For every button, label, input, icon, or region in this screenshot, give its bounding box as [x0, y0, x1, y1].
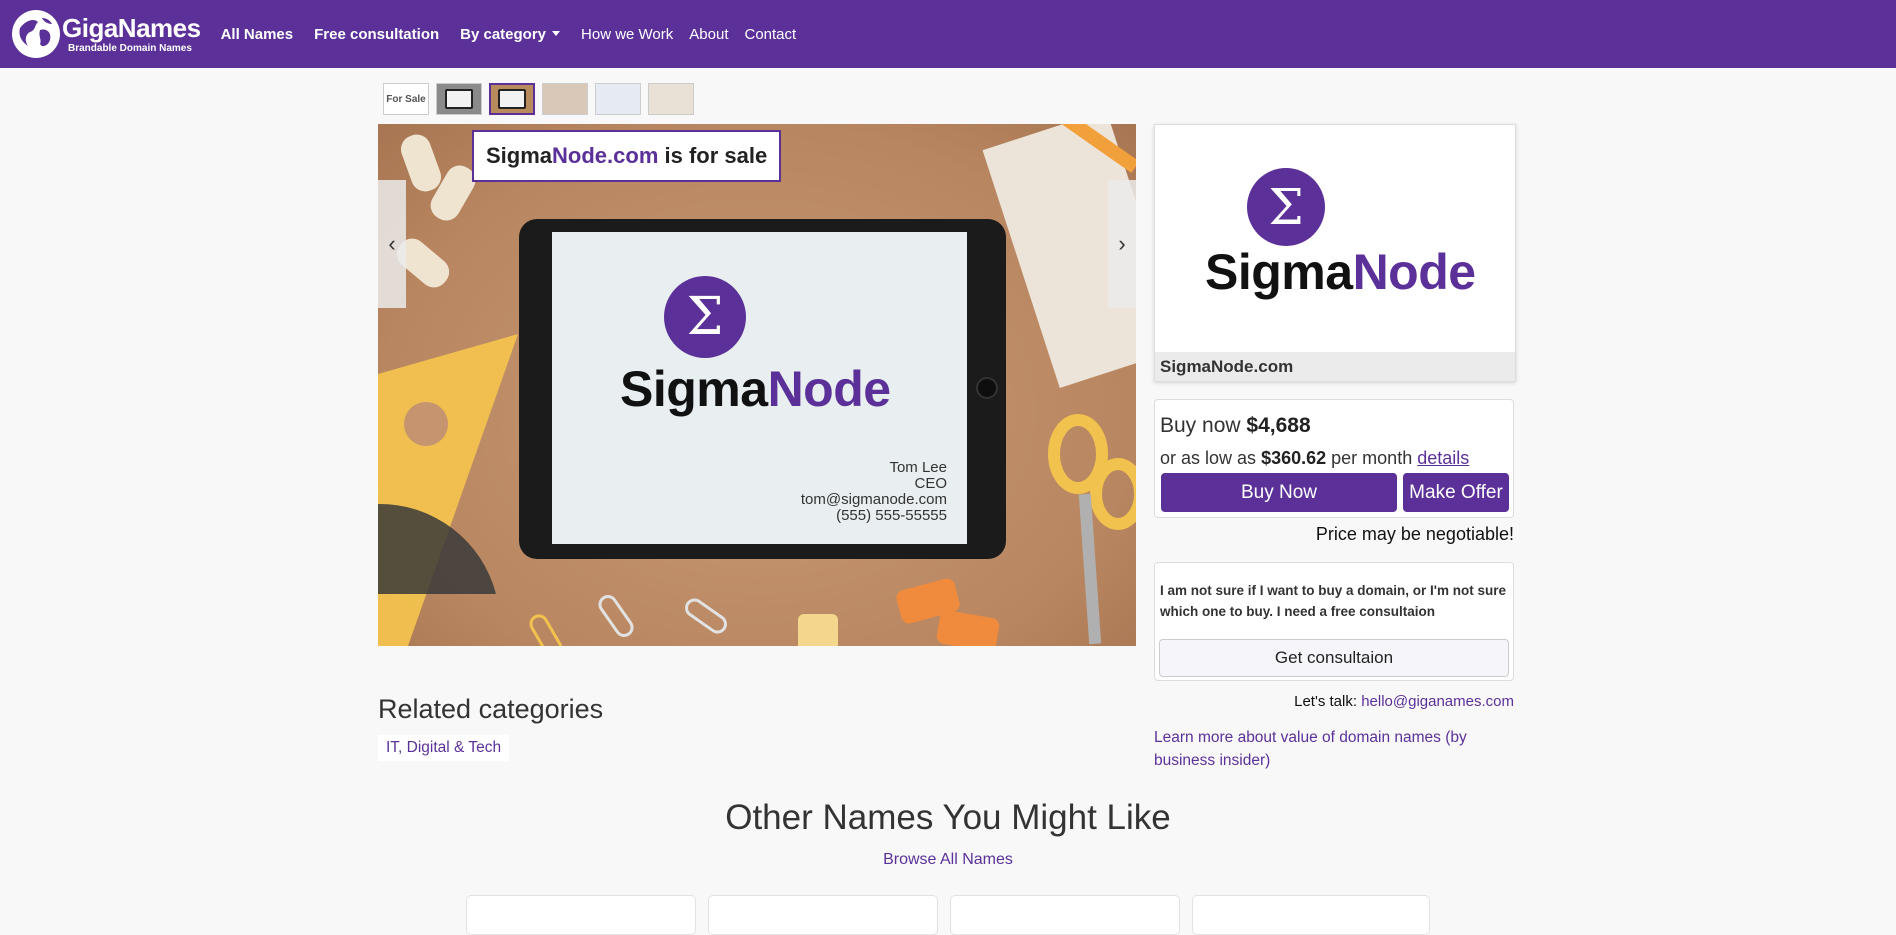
logo-name-part-a: Sigma — [1205, 244, 1353, 300]
chevron-right-icon: › — [1118, 231, 1126, 256]
chevron-left-icon: ‹ — [388, 231, 396, 256]
for-sale-banner: Sigma Node.com is for sale — [472, 130, 782, 182]
thumbnail-4[interactable] — [542, 83, 588, 115]
monthly-price: $360.62 — [1261, 448, 1327, 468]
globe-icon — [12, 10, 60, 58]
related-categories-title: Related categories — [378, 694, 604, 724]
negotiable-note: Price may be negotiable! — [1315, 524, 1514, 544]
price-box: Buy now $4,688 or as low as $360.62 per … — [1154, 399, 1514, 518]
sigma-logo-icon: Σ — [664, 276, 746, 358]
card-title: CEO — [914, 475, 947, 492]
brand-logo[interactable]: GigaNames Brandable Domain Names — [12, 10, 201, 58]
nav-by-category-label: By category — [460, 25, 547, 43]
logo-name-part-b: Node — [1352, 244, 1477, 300]
screen-logo-part-b: Node — [767, 361, 892, 417]
nav-about[interactable]: About — [689, 26, 728, 43]
thumbnail-for-sale[interactable]: For Sale — [383, 83, 429, 115]
caret-down-icon — [552, 30, 561, 36]
carousel-prev-button[interactable]: ‹ — [378, 180, 406, 308]
nav-free-consultation[interactable]: Free consultation — [314, 26, 439, 43]
talk-label: Let's talk: — [1294, 693, 1358, 710]
thumbnail-tablet-icon — [445, 89, 473, 109]
suggested-name-card[interactable] — [708, 895, 938, 935]
suggested-name-card[interactable] — [950, 895, 1180, 935]
lets-talk-line: Let's talk: hello@giganames.com — [1154, 693, 1514, 710]
tablet-mockup: Σ SigmaNode Tom Lee CEO tom@sigmanode.co… — [519, 219, 1006, 559]
suggested-name-card[interactable] — [466, 895, 696, 935]
suggested-name-card[interactable] — [1192, 895, 1430, 935]
thumbnail-5[interactable] — [595, 83, 641, 115]
price-value: $4,688 — [1246, 414, 1311, 437]
brand-name: GigaNames — [62, 12, 201, 43]
contact-email-link[interactable]: hello@giganames.com — [1361, 693, 1514, 710]
card-phone: (555) 555-55555 — [836, 507, 947, 524]
nav-how-we-work[interactable]: How we Work — [581, 26, 673, 43]
tablet-home-button — [976, 377, 998, 399]
buy-now-text: Buy now — [1160, 414, 1241, 437]
hero-carousel: Σ SigmaNode Tom Lee CEO tom@sigmanode.co… — [378, 124, 1136, 646]
buy-now-button[interactable]: Buy Now — [1161, 473, 1397, 512]
brand-tagline: Brandable Domain Names — [68, 42, 192, 54]
image-thumbnails: For Sale — [383, 83, 701, 115]
thumbnail-2[interactable] — [436, 83, 482, 115]
browse-all-names-link[interactable]: Browse All Names — [0, 851, 1896, 869]
other-names-title: Other Names You Might Like — [725, 798, 1171, 837]
consultation-text: I am not sure if I want to buy a domain,… — [1160, 583, 1506, 619]
screen-logo-text: SigmaNode — [620, 360, 891, 418]
details-link[interactable]: details — [1417, 448, 1469, 468]
nav-all-names[interactable]: All Names — [221, 26, 294, 43]
sigma-logo-icon: Σ — [1247, 168, 1325, 246]
banner-suffix: is for sale — [664, 143, 768, 168]
business-card-info: Tom Lee CEO tom@sigmanode.com (555) 555-… — [801, 460, 947, 524]
thumbnail-6[interactable] — [648, 83, 694, 115]
buy-now-price-line: Buy now $4,688 — [1160, 414, 1311, 438]
top-navbar: GigaNames Brandable Domain Names All Nam… — [0, 0, 1896, 68]
card-name: Tom Lee — [889, 459, 947, 476]
monthly-price-line: or as low as $360.62 per month details — [1160, 448, 1469, 469]
nav-menu: All Names Free consultation By category … — [221, 26, 813, 43]
nav-by-category-dropdown[interactable]: By category — [460, 25, 561, 43]
logo-card-name: SigmaNode — [1205, 243, 1476, 301]
thumbnail-tablet-icon — [498, 89, 526, 109]
suggested-names-row — [466, 895, 1442, 935]
make-offer-button[interactable]: Make Offer — [1403, 473, 1509, 512]
domain-logo-card: Σ SigmaNode SigmaNode.com — [1154, 124, 1516, 382]
nav-contact[interactable]: Contact — [744, 26, 796, 43]
card-email: tom@sigmanode.com — [800, 491, 947, 508]
thumbnail-3-active[interactable] — [489, 83, 535, 115]
banner-domain-a: Sigma — [486, 143, 553, 168]
learn-more-link[interactable]: Learn more about value of domain names (… — [1154, 726, 1494, 772]
logo-card-domain: SigmaNode.com — [1155, 352, 1515, 381]
category-chip[interactable]: IT, Digital & Tech — [378, 735, 510, 761]
carousel-next-button[interactable]: › — [1108, 180, 1136, 308]
screen-logo-part-a: Sigma — [620, 361, 768, 417]
tablet-screen: Σ SigmaNode Tom Lee CEO tom@sigmanode.co… — [552, 232, 967, 544]
banner-domain-b: Node.com — [552, 143, 659, 168]
get-consultation-button[interactable]: Get consultaion — [1159, 639, 1509, 677]
brand-text: GigaNames Brandable Domain Names — [62, 15, 201, 54]
low-suffix: per month — [1331, 448, 1413, 468]
low-prefix: or as low as — [1160, 448, 1257, 468]
consultation-box: I am not sure if I want to buy a domain,… — [1154, 562, 1514, 681]
